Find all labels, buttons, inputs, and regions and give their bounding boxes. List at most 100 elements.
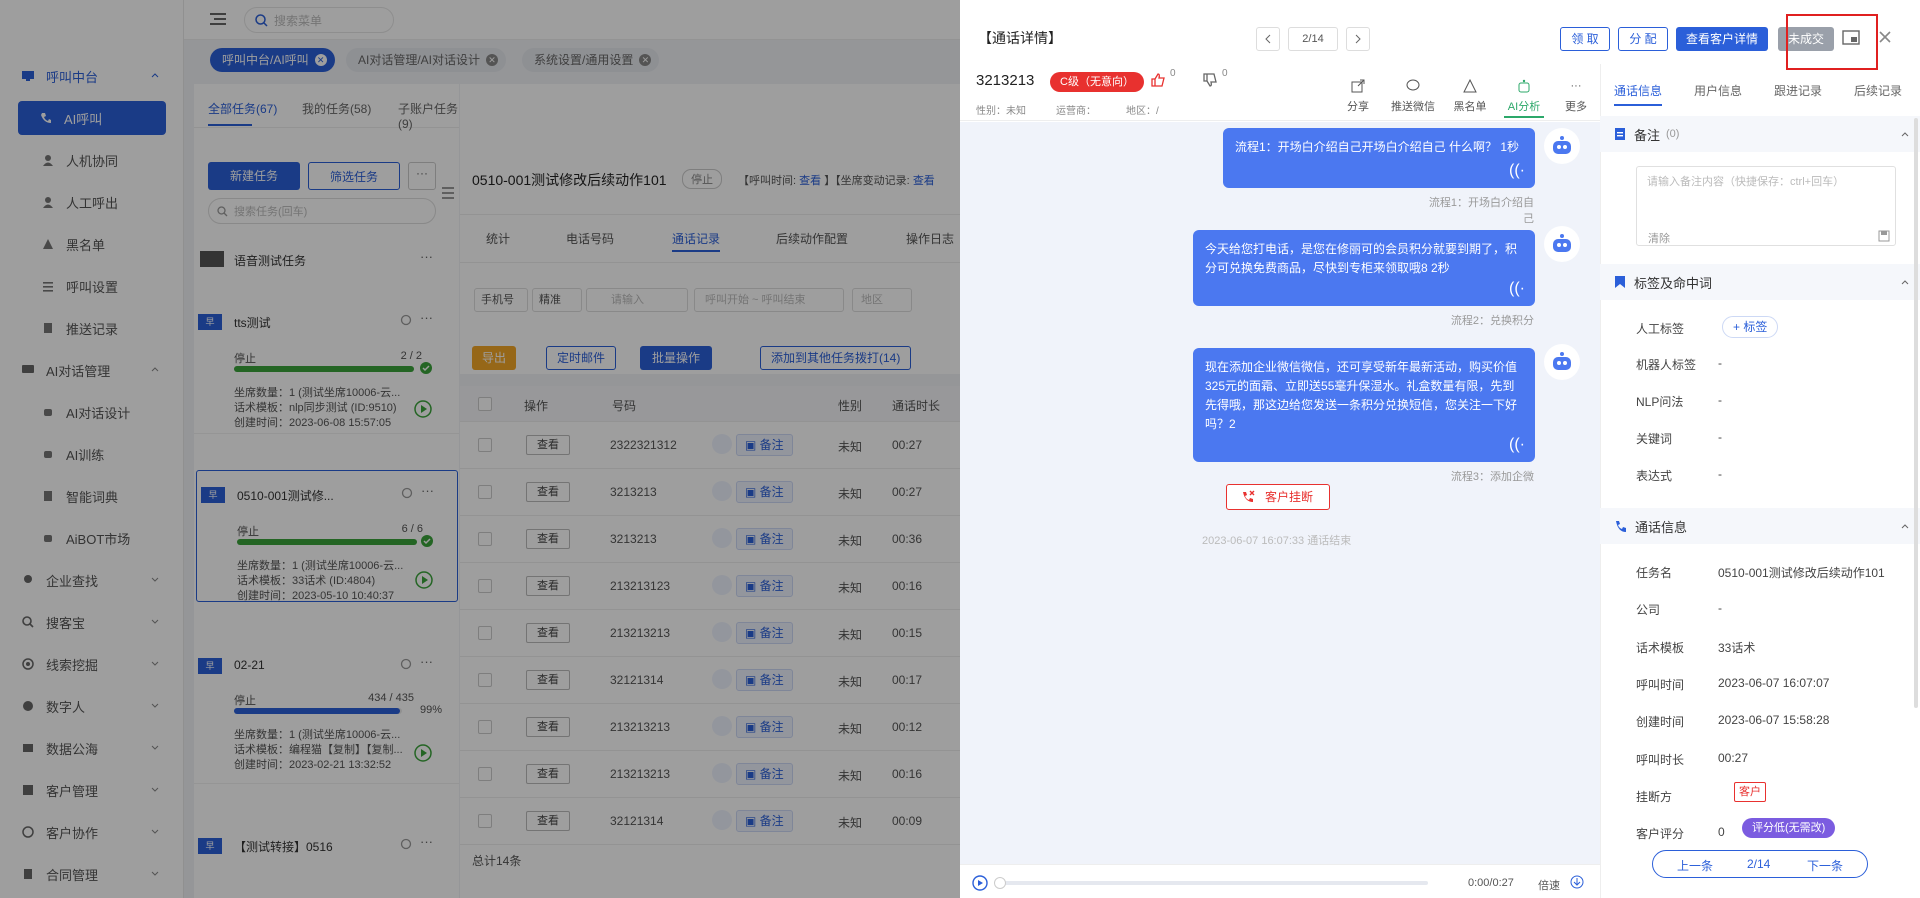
prev-page-button[interactable] bbox=[1256, 27, 1280, 51]
note-icon bbox=[1614, 127, 1626, 141]
hangup-tag: 客户挂断 bbox=[1226, 484, 1330, 510]
callinfo-title: 通话信息 bbox=[1635, 519, 1688, 535]
phone-icon bbox=[1614, 520, 1627, 533]
region-info: 地区：/ bbox=[1126, 106, 1159, 117]
tag-label: 关键词 bbox=[1636, 432, 1673, 446]
hangup-party-badge: 客户 bbox=[1734, 782, 1766, 802]
save-icon[interactable] bbox=[1878, 230, 1890, 242]
audio-progress-bar[interactable] bbox=[996, 881, 1428, 885]
tag-value: - bbox=[1718, 356, 1722, 370]
share-button[interactable]: 分享 bbox=[1338, 76, 1378, 114]
callinfo-value: 2023-06-07 15:58:28 bbox=[1718, 713, 1830, 728]
modal-overlay[interactable] bbox=[0, 0, 960, 898]
clear-notes-button[interactable]: 清除 bbox=[1648, 230, 1670, 246]
hangup-label: 客户挂断 bbox=[1265, 490, 1314, 504]
flow-label: 流程1：开场白介绍自己 bbox=[1428, 197, 1534, 225]
add-tag-button[interactable]: + 标签 bbox=[1722, 316, 1779, 338]
chat-message-text: 今天给您打电话，是您在修丽可的会员积分就要到期了，积分可兑换免费商品，尽快到专柜… bbox=[1205, 242, 1518, 275]
callinfo-label: 公司 bbox=[1636, 603, 1661, 618]
tag-value: - bbox=[1718, 393, 1722, 407]
push-wechat-button[interactable]: 推送微信 bbox=[1390, 76, 1436, 114]
tab-user-info[interactable]: 用户信息 bbox=[1694, 82, 1742, 99]
intent-level-badge: C级（无意向） bbox=[1050, 72, 1144, 92]
highlight-box bbox=[1786, 14, 1878, 70]
tab-call-info[interactable]: 通话信息 bbox=[1614, 82, 1662, 99]
view-customer-detail-button[interactable]: 查看客户详情 bbox=[1676, 27, 1768, 51]
more-label: 更多 bbox=[1565, 101, 1587, 113]
audio-wave-icon[interactable]: ((· bbox=[1509, 279, 1525, 298]
callinfo-label: 呼叫时长 bbox=[1636, 752, 1685, 767]
callinfo-label: 创建时间 bbox=[1636, 715, 1685, 730]
tag-label: 表达式 bbox=[1636, 469, 1673, 483]
tags-title: 标签及命中词 bbox=[1634, 275, 1713, 291]
callinfo-label: 客户评分 bbox=[1636, 827, 1685, 842]
bookmark-icon bbox=[1614, 275, 1626, 289]
callinfo-value: 33话术 bbox=[1718, 640, 1756, 655]
callinfo-section-header[interactable]: 通话信息 bbox=[1600, 508, 1920, 544]
prev-record-button[interactable]: 上一条 bbox=[1677, 857, 1713, 874]
playback-speed[interactable]: 倍速 bbox=[1538, 877, 1560, 893]
share-label: 分享 bbox=[1347, 101, 1369, 113]
audio-progress-handle[interactable] bbox=[994, 877, 1006, 889]
callinfo-label: 呼叫时间 bbox=[1636, 677, 1685, 692]
callinfo-value: 2023-06-07 16:07:07 bbox=[1718, 675, 1830, 690]
audio-wave-icon[interactable]: ((· bbox=[1509, 161, 1525, 180]
robot-avatar-icon bbox=[1544, 344, 1580, 380]
next-page-button[interactable] bbox=[1346, 27, 1370, 51]
chevron-up-icon bbox=[1900, 277, 1910, 287]
notes-placeholder: 请输入备注内容（快捷保存：ctrl+回车） bbox=[1647, 176, 1845, 188]
chat-bubble: 现在添加企业微信微信，还可享受新年最新活动，购买价值325元的面霜、立即送55毫… bbox=[1193, 348, 1535, 462]
call-detail-drawer: 【通话详情】 2/14 领 取 分 配 查看客户详情 未成交 3213213 C… bbox=[960, 0, 1920, 898]
notes-section-header[interactable]: 备注 (0) bbox=[1600, 116, 1920, 152]
download-icon[interactable] bbox=[1570, 875, 1584, 889]
thumbs-up-icon[interactable] bbox=[1150, 72, 1166, 88]
gender-info: 性别：未知 bbox=[976, 106, 1026, 117]
callinfo-label: 话术模板 bbox=[1636, 640, 1685, 655]
wechat-icon bbox=[1390, 76, 1436, 96]
more-tools-button[interactable]: ··· 更多 bbox=[1556, 76, 1596, 114]
tags-section-header[interactable]: 标签及命中词 bbox=[1600, 264, 1920, 300]
blacklist-button[interactable]: 黑名单 bbox=[1450, 76, 1490, 114]
next-record-button[interactable]: 下一条 bbox=[1807, 857, 1843, 874]
chat-message-text: 流程1：开场白介绍自己开场白介绍自己 什么啊？ 1秒 bbox=[1235, 140, 1520, 154]
right-tab-indicator bbox=[1614, 104, 1662, 106]
hangup-icon bbox=[1241, 490, 1255, 504]
play-icon[interactable] bbox=[972, 875, 988, 891]
divider bbox=[960, 120, 1600, 121]
tag-label: 机器人标签 bbox=[1636, 358, 1697, 372]
record-pager: 上一条 2/14 下一条 bbox=[1652, 850, 1868, 878]
chat-area: 流程1：开场白介绍自己开场白介绍自己 什么啊？ 1秒 ((· 流程1：开场白介绍自… bbox=[960, 122, 1600, 864]
ai-analysis-button[interactable]: AI分析 bbox=[1504, 76, 1544, 114]
audio-time: 0:00/0:27 bbox=[1468, 877, 1514, 889]
flow-label: 流程3：添加企微 bbox=[1450, 471, 1534, 483]
notes-textarea[interactable]: 请输入备注内容（快捷保存：ctrl+回车） bbox=[1636, 166, 1896, 246]
chevron-up-icon bbox=[1900, 521, 1910, 531]
notes-title: 备注 bbox=[1634, 127, 1661, 143]
flow-label: 流程2：兑换积分 bbox=[1450, 315, 1534, 327]
scrollbar[interactable] bbox=[1914, 118, 1918, 708]
audio-wave-icon[interactable]: ((· bbox=[1509, 435, 1525, 454]
customer-phone: 3213213 bbox=[976, 72, 1035, 89]
ai-analysis-label: AI分析 bbox=[1507, 101, 1541, 113]
drawer-title: 【通话详情】 bbox=[978, 30, 1062, 46]
divider bbox=[1600, 64, 1601, 898]
likes-count: 0 bbox=[1170, 68, 1176, 79]
claim-button[interactable]: 领 取 bbox=[1560, 27, 1610, 51]
notes-count: (0) bbox=[1666, 128, 1680, 140]
assign-button[interactable]: 分 配 bbox=[1618, 27, 1668, 51]
tab-followup[interactable]: 跟进记录 bbox=[1774, 82, 1822, 99]
blacklist-label: 黑名单 bbox=[1453, 101, 1487, 113]
carrier-info: 运营商： bbox=[1056, 106, 1096, 117]
score-badge: 评分低(无需改) bbox=[1742, 818, 1836, 838]
close-icon[interactable] bbox=[1878, 30, 1892, 44]
chevron-up-icon bbox=[1900, 129, 1910, 139]
share-icon bbox=[1338, 76, 1378, 96]
more-icon: ··· bbox=[1570, 80, 1582, 92]
audio-player: 0:00/0:27 倍速 bbox=[960, 864, 1600, 898]
warning-icon bbox=[1450, 76, 1490, 96]
tab-subsequent[interactable]: 后续记录 bbox=[1854, 82, 1902, 99]
push-wechat-label: 推送微信 bbox=[1391, 101, 1435, 113]
callinfo-value: - bbox=[1718, 601, 1722, 616]
thumbs-down-icon[interactable] bbox=[1202, 72, 1218, 88]
robot-avatar-icon bbox=[1544, 128, 1580, 164]
